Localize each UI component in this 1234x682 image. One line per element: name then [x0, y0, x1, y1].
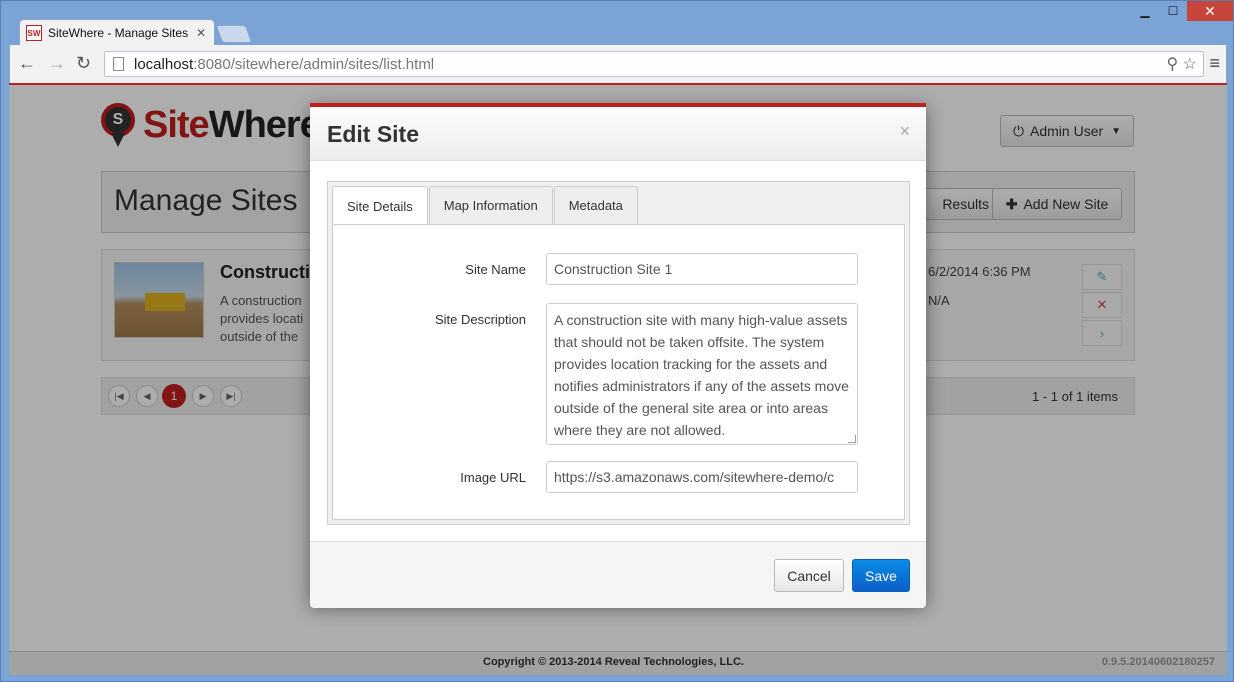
- forward-icon[interactable]: →: [48, 53, 66, 74]
- dialog-title: Edit Site: [327, 121, 420, 147]
- dialog-header: Edit Site ×: [310, 107, 926, 161]
- tab-title: SiteWhere - Manage Sites: [48, 26, 189, 40]
- close-tab-icon[interactable]: ✕: [196, 26, 206, 40]
- site-name-input[interactable]: Construction Site 1: [546, 253, 858, 285]
- site-name-label: Site Name: [465, 262, 526, 277]
- browser-tab[interactable]: SW SiteWhere - Manage Sites ✕: [19, 19, 215, 46]
- tab-site-details[interactable]: Site Details: [332, 186, 428, 225]
- cancel-button[interactable]: Cancel: [774, 559, 844, 592]
- edit-site-dialog: Edit Site × Site Details Map Information…: [310, 103, 926, 608]
- dialog-tabs: Site Details Map Information Metadata: [332, 186, 639, 225]
- close-icon[interactable]: ×: [899, 121, 910, 142]
- tab-metadata[interactable]: Metadata: [553, 186, 638, 224]
- minimize-icon[interactable]: ▁: [1131, 1, 1159, 21]
- bookmark-star-icon[interactable]: ⚲ ☆: [1166, 54, 1197, 74]
- browser-toolbar: ← → ↻ localhost :8080/sitewhere/admin/si…: [9, 45, 1227, 83]
- page-icon: [113, 57, 124, 71]
- url-path: :8080/sitewhere/admin/sites/list.html: [193, 55, 435, 73]
- resize-grip-icon[interactable]: [848, 435, 856, 443]
- tab-map-information[interactable]: Map Information: [428, 186, 553, 224]
- new-tab-button[interactable]: [215, 25, 253, 43]
- maximize-icon[interactable]: ☐: [1159, 1, 1187, 21]
- dialog-footer: Cancel Save: [310, 541, 926, 608]
- save-button[interactable]: Save: [852, 559, 910, 592]
- site-description-text: A construction site with many high-value…: [554, 312, 849, 438]
- url-host: localhost: [134, 55, 194, 73]
- close-window-icon[interactable]: ✕: [1187, 1, 1233, 21]
- window-controls: ▁ ☐ ✕: [1131, 1, 1233, 21]
- image-url-label: Image URL: [460, 470, 526, 485]
- menu-icon[interactable]: ≡: [1209, 53, 1220, 74]
- image-url-input[interactable]: https://s3.amazonaws.com/sitewhere-demo/…: [546, 461, 858, 493]
- favicon-icon: SW: [26, 25, 42, 41]
- dialog-body: Site Details Map Information Metadata Si…: [327, 181, 910, 525]
- back-icon[interactable]: ←: [18, 53, 36, 74]
- site-details-panel: Site Name Construction Site 1 Site Descr…: [332, 224, 905, 520]
- site-description-label: Site Description: [434, 312, 526, 327]
- reload-icon[interactable]: ↻: [76, 53, 91, 74]
- address-bar[interactable]: localhost :8080/sitewhere/admin/sites/li…: [104, 51, 1204, 77]
- site-description-input[interactable]: A construction site with many high-value…: [546, 303, 858, 445]
